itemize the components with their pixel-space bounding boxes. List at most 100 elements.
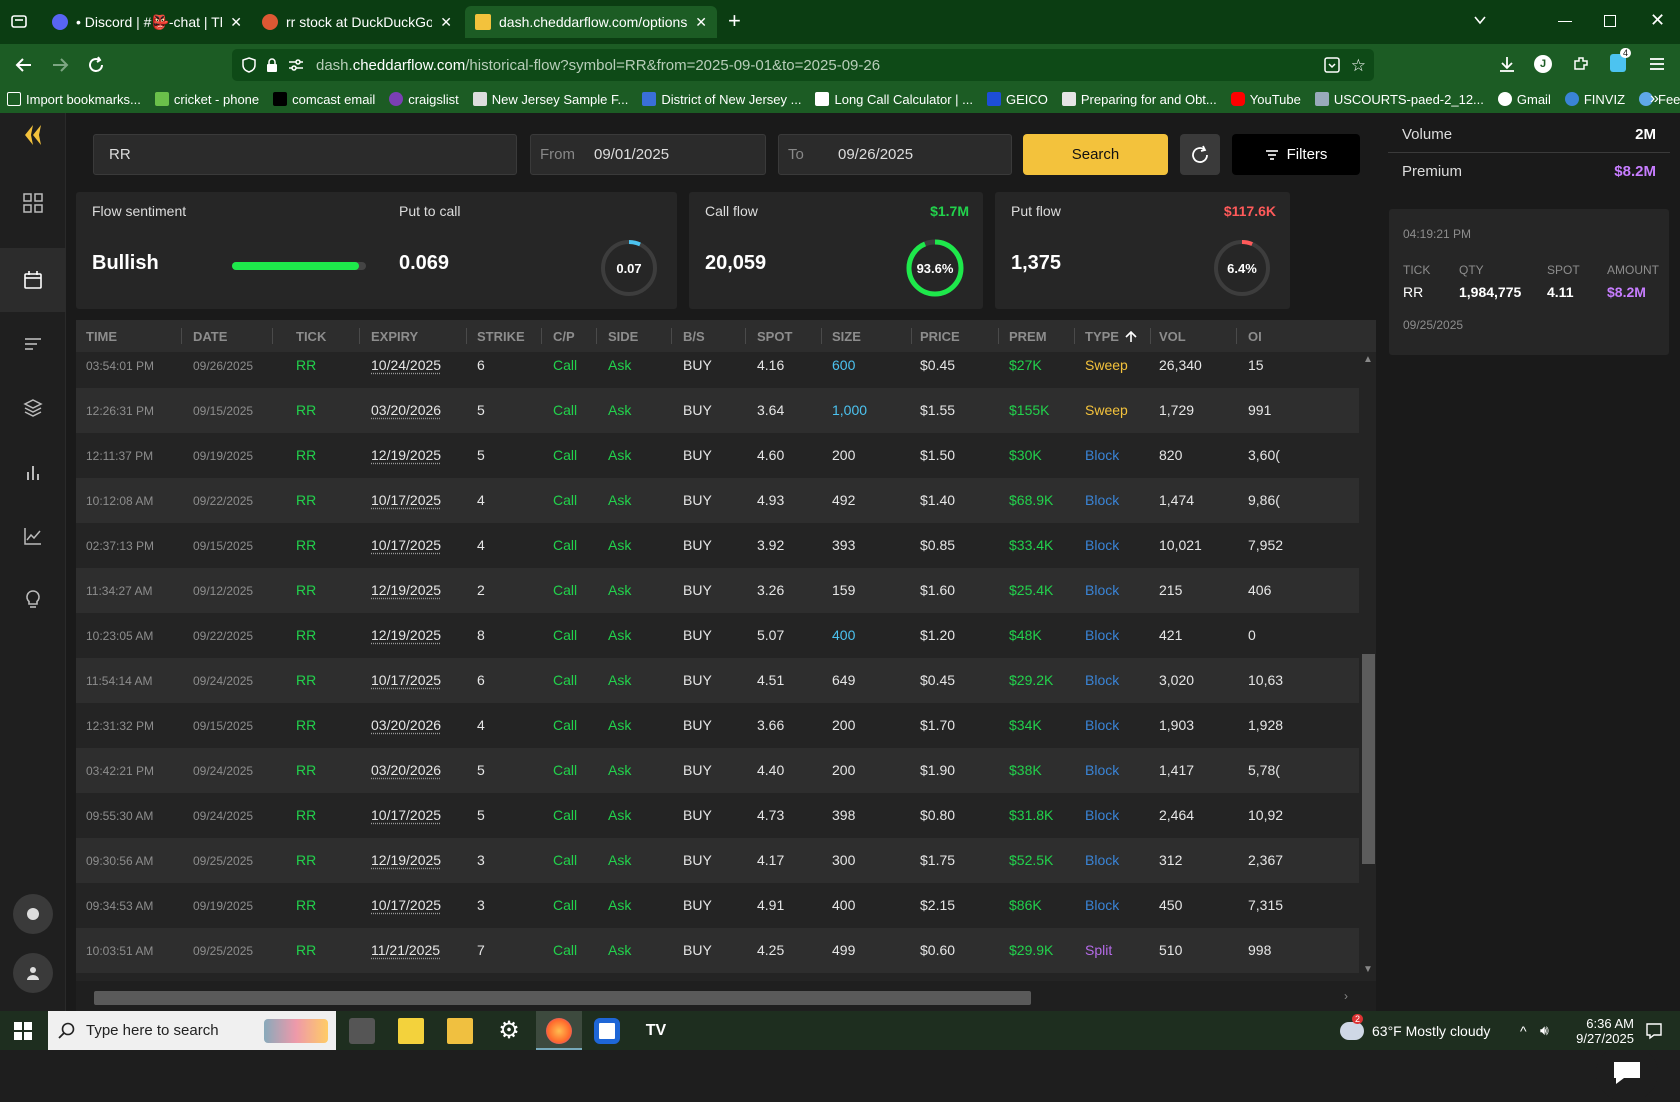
column-header-tick[interactable]: TICK [296,329,326,344]
table-row[interactable]: 10:03:51 AM 09/25/2025 RR 11/21/2025 7 Call As… [76,928,1376,973]
column-header-strike[interactable]: STRIKE [477,329,525,344]
minimize-icon[interactable] [1558,21,1572,22]
forward-icon[interactable] [50,55,70,75]
column-divider[interactable] [359,328,360,344]
bookmark-gmail[interactable]: Gmail [1491,92,1558,107]
column-divider[interactable] [272,328,273,344]
column-header-bs[interactable]: B/S [683,329,705,344]
table-row[interactable]: 12:26:31 PM 09/15/2025 RR 03/20/2026 5 Call As… [76,388,1376,433]
cell-expiry[interactable]: 03/20/2026 [371,402,441,418]
extensions-icon[interactable] [1572,55,1590,73]
scrollbar-thumb[interactable] [1362,654,1375,864]
column-header-cp[interactable]: C/P [553,329,575,344]
column-header-expiry[interactable]: EXPIRY [371,329,418,344]
cell-expiry[interactable]: 10/17/2025 [371,672,441,688]
sidebar-item-line-chart[interactable] [0,504,66,568]
column-header-oi[interactable]: OI [1248,329,1262,344]
cell-expiry[interactable]: 10/17/2025 [371,492,441,508]
clock[interactable]: 6:36 AM 9/27/2025 [1568,1011,1634,1050]
sidebar-item-profile[interactable] [0,941,66,1005]
column-header-date[interactable]: DATE [193,329,227,344]
column-header-time[interactable]: TIME [86,329,117,344]
tab-list-icon[interactable] [10,12,28,30]
column-header-type[interactable]: TYPE [1085,329,1137,344]
search-button[interactable]: Search [1023,134,1168,175]
column-header-price[interactable]: PRICE [920,329,960,344]
table-row[interactable]: 09:30:56 AM 09/25/2025 RR 12/19/2025 3 Call As… [76,838,1376,883]
cell-expiry[interactable]: 12/19/2025 [371,447,441,463]
table-row[interactable]: 09:55:30 AM 09/24/2025 RR 10/17/2025 5 Call As… [76,793,1376,838]
new-tab-icon[interactable]: + [728,8,741,34]
scroll-up-icon[interactable]: ▲ [1363,354,1373,365]
bookmark-cricket[interactable]: cricket - phone [148,92,266,107]
file-explorer-icon[interactable] [447,1018,473,1044]
url-text[interactable]: dash.cheddarflow.com/historical-flow?sym… [316,57,880,74]
bookmark-preparing[interactable]: Preparing for and Obt... [1055,92,1224,107]
downloads-icon[interactable] [1498,55,1516,73]
table-row[interactable]: 02:37:13 PM 09/15/2025 RR 10/17/2025 4 Call As… [76,523,1376,568]
sidebar-item-ideas[interactable] [0,568,66,632]
cell-expiry[interactable]: 10/17/2025 [371,537,441,553]
bookmark-uscourts[interactable]: USCOURTS-paed-2_12... [1308,92,1491,107]
bookmark-comcast[interactable]: comcast email [266,92,382,107]
table-row[interactable]: 03:42:21 PM 09/24/2025 RR 03/20/2026 5 Call As… [76,748,1376,793]
volume-icon[interactable]: 🔊︎ [1540,1011,1549,1050]
cell-expiry[interactable]: 03/20/2026 [371,762,441,778]
column-divider[interactable] [596,328,597,344]
bookmark-nj-sample[interactable]: New Jersey Sample F... [466,92,636,107]
bookmark-finviz[interactable]: FINVIZ [1558,92,1632,107]
scrollbar-thumb[interactable] [94,991,1031,1005]
column-header-spot[interactable]: SPOT [757,329,792,344]
column-divider[interactable] [1236,328,1237,344]
tray-chevron-icon[interactable]: ^ [1520,1011,1527,1050]
tab-duckduckgo[interactable]: rr stock at DuckDuckGo ✕ [252,6,462,38]
column-header-vol[interactable]: VOL [1159,329,1186,344]
trade-card[interactable]: 04:19:21 PM TICK QTY SPOT AMOUNT RR 1,98… [1389,209,1669,355]
address-bar[interactable]: dash.cheddarflow.com/historical-flow?sym… [232,49,1374,81]
horizontal-scrollbar[interactable]: › [76,981,1376,1011]
close-icon[interactable]: ✕ [440,14,452,31]
column-divider[interactable] [1074,328,1075,344]
from-date-field[interactable]: From 09/01/2025 [530,134,766,175]
bookmark-import[interactable]: Import bookmarks... [0,92,148,107]
table-row[interactable]: 11:34:27 AM 09/12/2025 RR 12/19/2025 2 Call As… [76,568,1376,613]
sidebar-item-dashboard[interactable] [0,171,66,235]
weather-widget[interactable]: 2 63°F Mostly cloudy [1340,1011,1490,1050]
table-row[interactable]: 09:34:53 AM 09/19/2025 RR 10/17/2025 3 Call As… [76,883,1376,928]
sidebar-item-toggle[interactable] [0,882,66,946]
column-header-size[interactable]: SIZE [832,329,861,344]
symbol-input[interactable]: RR [93,134,517,175]
close-icon[interactable]: ✕ [695,14,707,31]
cell-expiry[interactable]: 10/17/2025 [371,897,441,913]
back-icon[interactable] [14,55,34,75]
to-date-field[interactable]: To 09/26/2025 [778,134,1012,175]
notifications-icon[interactable] [1645,1011,1663,1050]
list-tabs-icon[interactable] [1472,12,1488,28]
table-row[interactable]: 12:31:32 PM 09/15/2025 RR 03/20/2026 4 Call As… [76,703,1376,748]
refresh-button[interactable] [1180,134,1220,175]
close-icon[interactable]: ✕ [230,14,242,31]
cell-expiry[interactable]: 12/19/2025 [371,582,441,598]
cell-expiry[interactable]: 10/17/2025 [371,807,441,823]
cell-expiry[interactable]: 12/19/2025 [371,627,441,643]
logo-icon[interactable] [0,113,66,157]
table-row[interactable]: 10:23:05 AM 09/22/2025 RR 12/19/2025 8 Call As… [76,613,1376,658]
table-row[interactable]: 12:11:37 PM 09/19/2025 RR 12/19/2025 5 Call As… [76,433,1376,478]
column-divider[interactable] [998,328,999,344]
reload-icon[interactable] [86,55,106,75]
tab-discord[interactable]: • Discord | #👺-chat | The Usele ✕ [42,6,252,38]
cell-expiry[interactable]: 11/21/2025 [371,942,440,958]
cell-expiry[interactable]: 03/20/2026 [371,717,441,733]
cell-expiry[interactable]: 12/19/2025 [371,852,441,868]
bookmark-district-nj[interactable]: District of New Jersey ... [635,92,808,107]
column-divider[interactable] [181,328,182,344]
lock-icon[interactable] [266,57,278,73]
table-row[interactable]: 03:54:01 PM 09/26/2025 RR 10/24/2025 6 Call As… [76,343,1376,388]
bookmark-youtube[interactable]: YouTube [1224,92,1308,107]
column-divider[interactable] [745,328,746,344]
column-divider[interactable] [1150,328,1151,344]
mail-icon[interactable] [594,1018,620,1044]
column-divider[interactable] [541,328,542,344]
shield-icon[interactable] [242,57,256,73]
menu-icon[interactable] [1648,56,1666,72]
